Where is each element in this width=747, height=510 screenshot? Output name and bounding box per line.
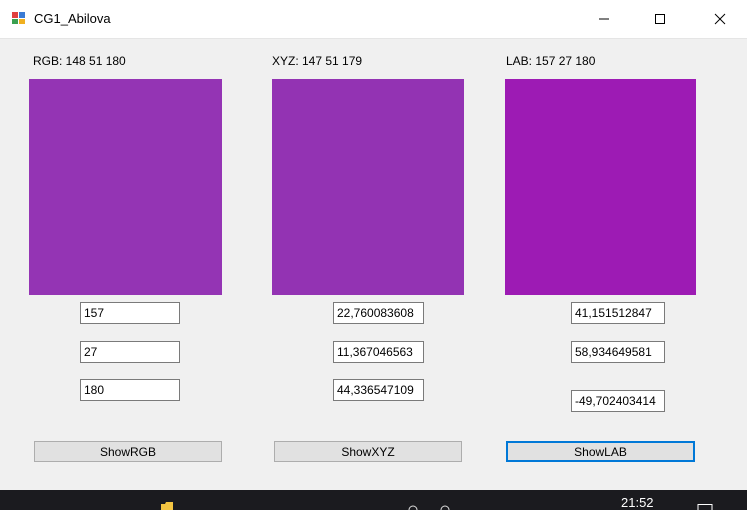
taskbar: 21:52 [0,490,747,510]
close-icon [714,13,726,25]
xyz-x-input[interactable] [333,302,424,324]
xyz-z-input[interactable] [333,379,424,401]
notification-icon[interactable] [697,504,713,510]
rgb-b-input[interactable] [80,379,180,401]
xyz-label: XYZ: 147 51 179 [272,54,363,68]
rgb-color-swatch [29,79,222,295]
xyz-color-swatch [272,79,464,295]
lab-label: LAB: 157 27 180 [506,54,596,68]
xyz-y-input[interactable] [333,341,424,363]
close-button[interactable] [697,0,743,38]
window-title: CG1_Abilova [34,11,111,26]
network-icon[interactable] [408,502,418,510]
maximize-icon [655,14,665,24]
maximize-button[interactable] [637,0,683,38]
folder-icon[interactable] [160,502,174,510]
minimize-button[interactable] [581,0,627,38]
lab-color-swatch [505,79,696,295]
rgb-label: RGB: 148 51 180 [33,54,126,68]
title-bar[interactable]: CG1_Abilova [0,0,747,39]
rgb-g-input[interactable] [80,341,180,363]
minimize-icon [599,18,609,20]
show-lab-button[interactable]: ShowLAB [506,441,695,462]
taskbar-clock[interactable]: 21:52 [621,495,654,510]
rgb-r-input[interactable] [80,302,180,324]
lab-l-input[interactable] [571,302,665,324]
lab-b-input[interactable] [571,390,665,412]
show-xyz-button[interactable]: ShowXYZ [274,441,462,462]
app-icon [12,12,25,24]
lab-a-input[interactable] [571,341,665,363]
volume-icon[interactable] [440,502,450,510]
show-rgb-button[interactable]: ShowRGB [34,441,222,462]
